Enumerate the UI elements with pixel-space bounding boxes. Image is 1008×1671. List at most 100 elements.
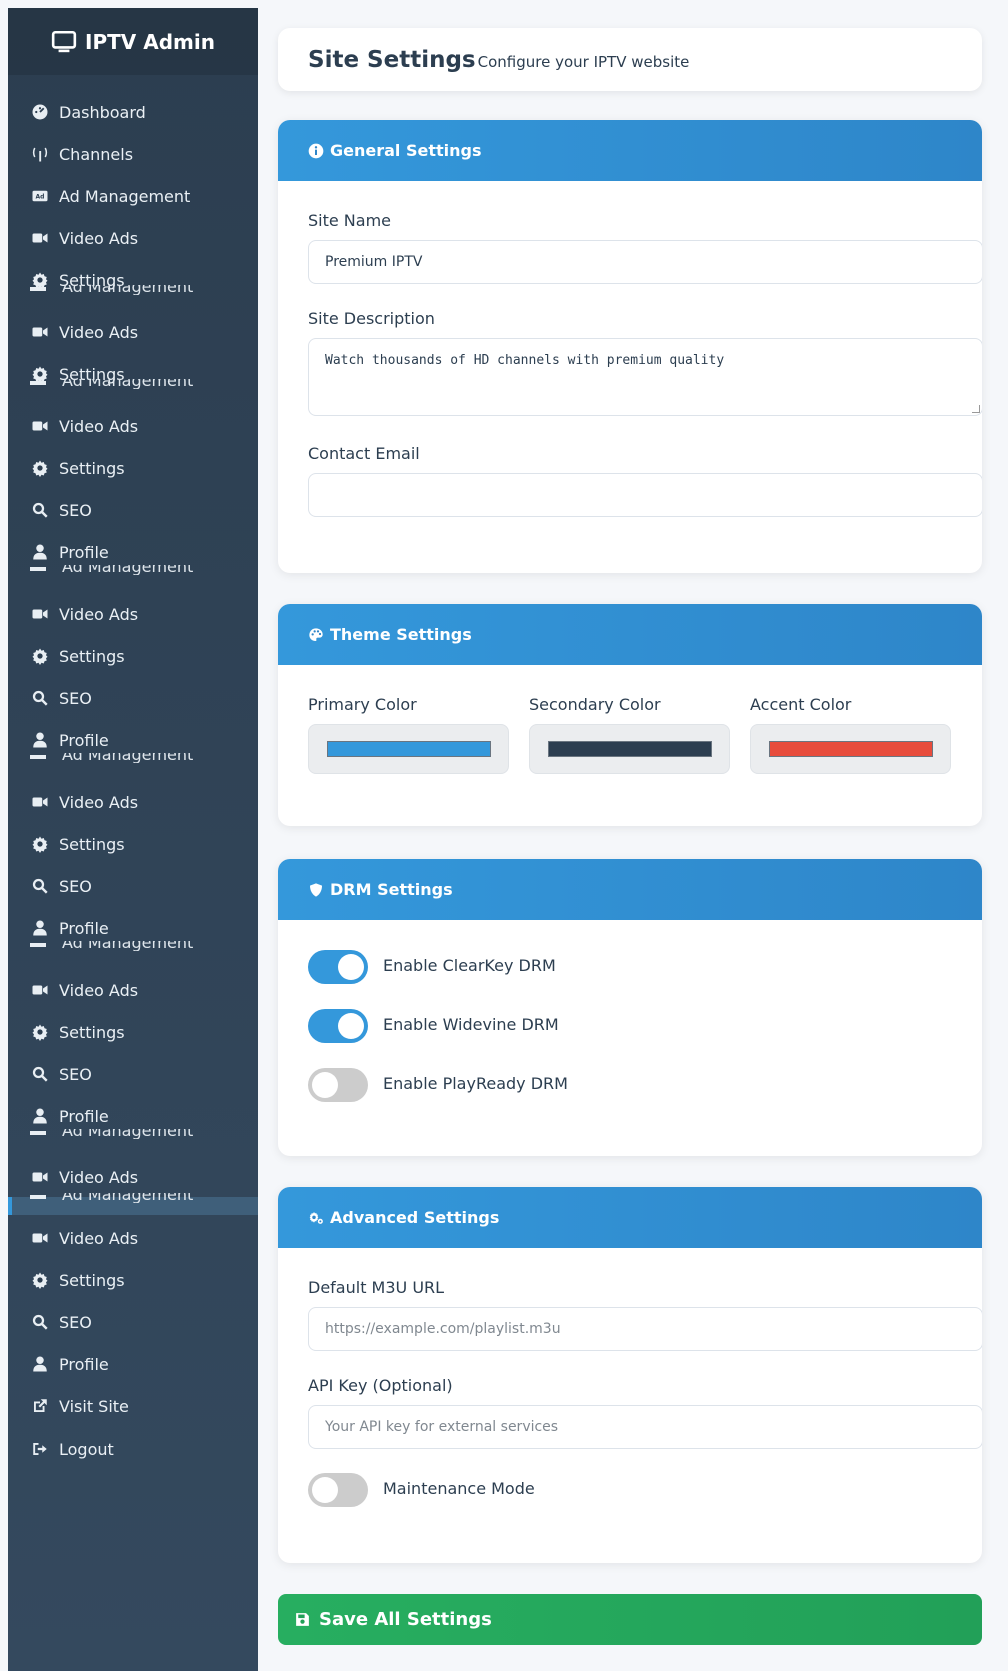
site-description-value: Watch thousands of HD channels with prem… (325, 353, 725, 368)
maintenance-toggle[interactable] (308, 1473, 368, 1507)
sidebar-item-label: Visit Site (59, 1396, 129, 1416)
sidebar-item-ad-management[interactable]: Ad Ad Management (8, 176, 258, 216)
playready-toggle[interactable] (308, 1068, 368, 1102)
search-icon (30, 876, 50, 896)
overlapping-ghost-text: Ad Management (30, 285, 230, 295)
sidebar-item-label: Ad Management (59, 186, 191, 206)
secondary-color-picker[interactable] (529, 724, 730, 774)
overlapping-ghost-text: Ad Management (30, 1129, 230, 1139)
sidebar-item-dashboard[interactable]: Dashboard (8, 92, 258, 132)
resize-handle[interactable] (972, 405, 980, 413)
clearkey-row: Enable ClearKey DRM (308, 950, 982, 984)
overlapping-ghost-text: Ad Management (30, 1193, 230, 1203)
sidebar-item-logout[interactable]: Logout (8, 1429, 258, 1469)
sidebar-item-label: Video Ads (59, 1228, 139, 1248)
gear-icon (30, 458, 50, 478)
video-icon (30, 792, 50, 812)
save-all-button[interactable]: Save All Settings (278, 1594, 982, 1645)
site-name-label: Site Name (308, 211, 392, 230)
sidebar-item-video-ads[interactable]: Video Ads (8, 1218, 258, 1258)
sidebar-item-settings[interactable]: Settings (8, 636, 258, 676)
svg-text:Ad: Ad (36, 193, 45, 200)
accent-color-picker[interactable] (750, 724, 951, 774)
playready-row: Enable PlayReady DRM (308, 1068, 982, 1102)
primary-color-picker[interactable] (308, 724, 509, 774)
sidebar-item-settings[interactable]: Settings (8, 1260, 258, 1300)
sidebar-item-video-ads[interactable]: Video Ads (8, 782, 258, 822)
search-icon (30, 1064, 50, 1084)
sidebar-item-label: SEO (59, 500, 92, 520)
contact-email-label: Contact Email (308, 444, 420, 463)
antenna-icon (30, 144, 50, 164)
video-icon (30, 1167, 50, 1187)
sidebar-item-channels[interactable]: Channels (8, 134, 258, 174)
playready-label: Enable PlayReady DRM (383, 1073, 568, 1093)
sidebar-item-label: Video Ads (59, 416, 139, 436)
sidebar-item-seo[interactable]: SEO (8, 1302, 258, 1342)
sidebar-item-profile[interactable]: Profile (8, 1344, 258, 1384)
sidebar-item-label: Video Ads (59, 228, 139, 248)
accent-color-swatch (768, 741, 933, 757)
sidebar-item-seo[interactable]: SEO (8, 490, 258, 530)
site-name-input[interactable]: Premium IPTV (308, 240, 982, 284)
drm-settings-card: DRM Settings Enable ClearKey DRM Enable … (278, 859, 982, 1156)
dashboard-icon (30, 102, 50, 122)
brand[interactable]: IPTV Admin (8, 8, 258, 75)
sidebar-item-label: Dashboard (59, 102, 146, 122)
sidebar-item-video-ads[interactable]: Video Ads (8, 1157, 258, 1197)
user-icon (30, 1106, 50, 1126)
sidebar-item-label: Profile (59, 918, 109, 938)
sidebar-item-seo[interactable]: SEO (8, 678, 258, 718)
sidebar-item-seo[interactable]: SEO (8, 866, 258, 906)
clearkey-toggle[interactable] (308, 950, 368, 984)
sidebar-item-visit-site[interactable]: Visit Site (8, 1386, 258, 1426)
site-description-textarea[interactable]: Watch thousands of HD channels with prem… (308, 338, 982, 416)
video-icon (30, 980, 50, 1000)
widevine-row: Enable Widevine DRM (308, 1009, 982, 1043)
sidebar-item-video-ads[interactable]: Video Ads (8, 970, 258, 1010)
sidebar-item-video-ads[interactable]: Video Ads (8, 406, 258, 446)
sidebar-item-label: Settings (59, 834, 125, 854)
sidebar-item-label: Video Ads (59, 604, 139, 624)
card-title: Advanced Settings (330, 1208, 500, 1227)
card-header: DRM Settings (278, 859, 982, 920)
sidebar-item-label: Settings (59, 1270, 125, 1290)
sidebar-item-label: Settings (59, 458, 125, 478)
maintenance-label: Maintenance Mode (383, 1478, 535, 1498)
sidebar-item-label: SEO (59, 876, 92, 896)
m3u-url-input[interactable]: https://example.com/playlist.m3u (308, 1307, 982, 1351)
sidebar-item-label: Video Ads (59, 1167, 139, 1187)
sidebar-item-label: Video Ads (59, 792, 139, 812)
clearkey-label: Enable ClearKey DRM (383, 955, 556, 975)
sidebar-item-label: SEO (59, 688, 92, 708)
accent-color-label: Accent Color (750, 695, 852, 714)
api-key-input[interactable]: Your API key for external services (308, 1405, 982, 1449)
search-icon (30, 1312, 50, 1332)
contact-email-input[interactable] (308, 473, 982, 517)
gear-icon (30, 1270, 50, 1290)
theme-settings-card: Theme Settings Primary Color Secondary C… (278, 604, 982, 826)
palette-icon (309, 627, 323, 641)
sidebar-item-video-ads[interactable]: Video Ads (8, 312, 258, 352)
search-icon (30, 688, 50, 708)
floppy-disk-icon (296, 1613, 309, 1626)
video-icon (30, 416, 50, 436)
sidebar-item-video-ads[interactable]: Video Ads (8, 218, 258, 258)
video-icon (30, 322, 50, 342)
sidebar-item-settings[interactable]: Settings (8, 824, 258, 864)
sidebar-item-label: Profile (59, 1106, 109, 1126)
user-icon (30, 542, 50, 562)
sidebar-item-seo[interactable]: SEO (8, 1054, 258, 1094)
external-link-icon (30, 1396, 50, 1416)
sidebar-item-label: SEO (59, 1064, 92, 1084)
widevine-toggle[interactable] (308, 1009, 368, 1043)
sidebar-item-video-ads[interactable]: Video Ads (8, 594, 258, 634)
card-title: General Settings (330, 141, 482, 160)
sidebar-item-label: Profile (59, 1354, 109, 1374)
secondary-color-swatch (547, 741, 712, 757)
card-header: General Settings (278, 120, 982, 181)
primary-color-label: Primary Color (308, 695, 417, 714)
sidebar-item-settings[interactable]: Settings (8, 1012, 258, 1052)
sidebar-item-settings[interactable]: Settings (8, 448, 258, 488)
gear-icon (30, 1022, 50, 1042)
